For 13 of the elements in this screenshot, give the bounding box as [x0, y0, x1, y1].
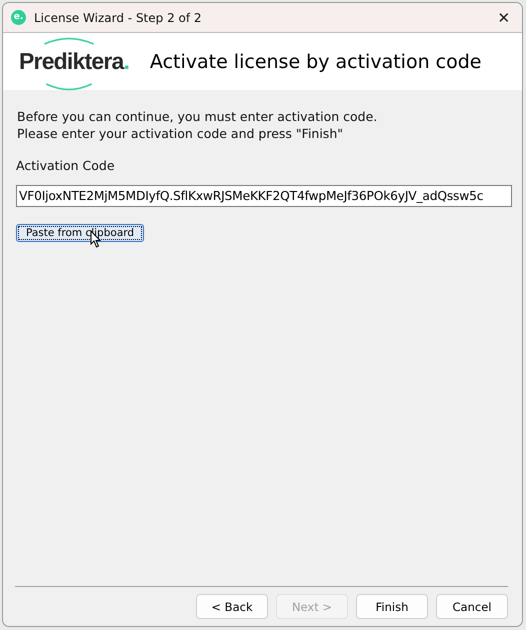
- page-heading: Activate license by activation code: [150, 50, 482, 72]
- window-title: License Wizard - Step 2 of 2: [34, 10, 202, 24]
- logo-dot: .: [124, 48, 130, 75]
- activation-code-field[interactable]: VF0IjoxNTE2MjM5MDIyfQ.SflKxwRJSMeKKF2QT4fwpMeJf36POk6yJV_adQssw5c: [16, 185, 512, 207]
- app-icon: e.: [11, 10, 26, 25]
- close-button[interactable]: ✕: [486, 3, 522, 32]
- instruction-text: Please enter your activation code and press "Finish": [16, 125, 344, 142]
- wizard-button[interactable]: Finish: [356, 594, 428, 619]
- field-label: Activation Code: [16, 158, 116, 173]
- wizard-button[interactable]: < Back: [196, 594, 268, 619]
- instruction-text: Before you can continue, you must enter activation code.: [16, 108, 378, 125]
- logo-text: Prediktera: [19, 48, 124, 75]
- wizard-button[interactable]: Cancel: [436, 594, 508, 619]
